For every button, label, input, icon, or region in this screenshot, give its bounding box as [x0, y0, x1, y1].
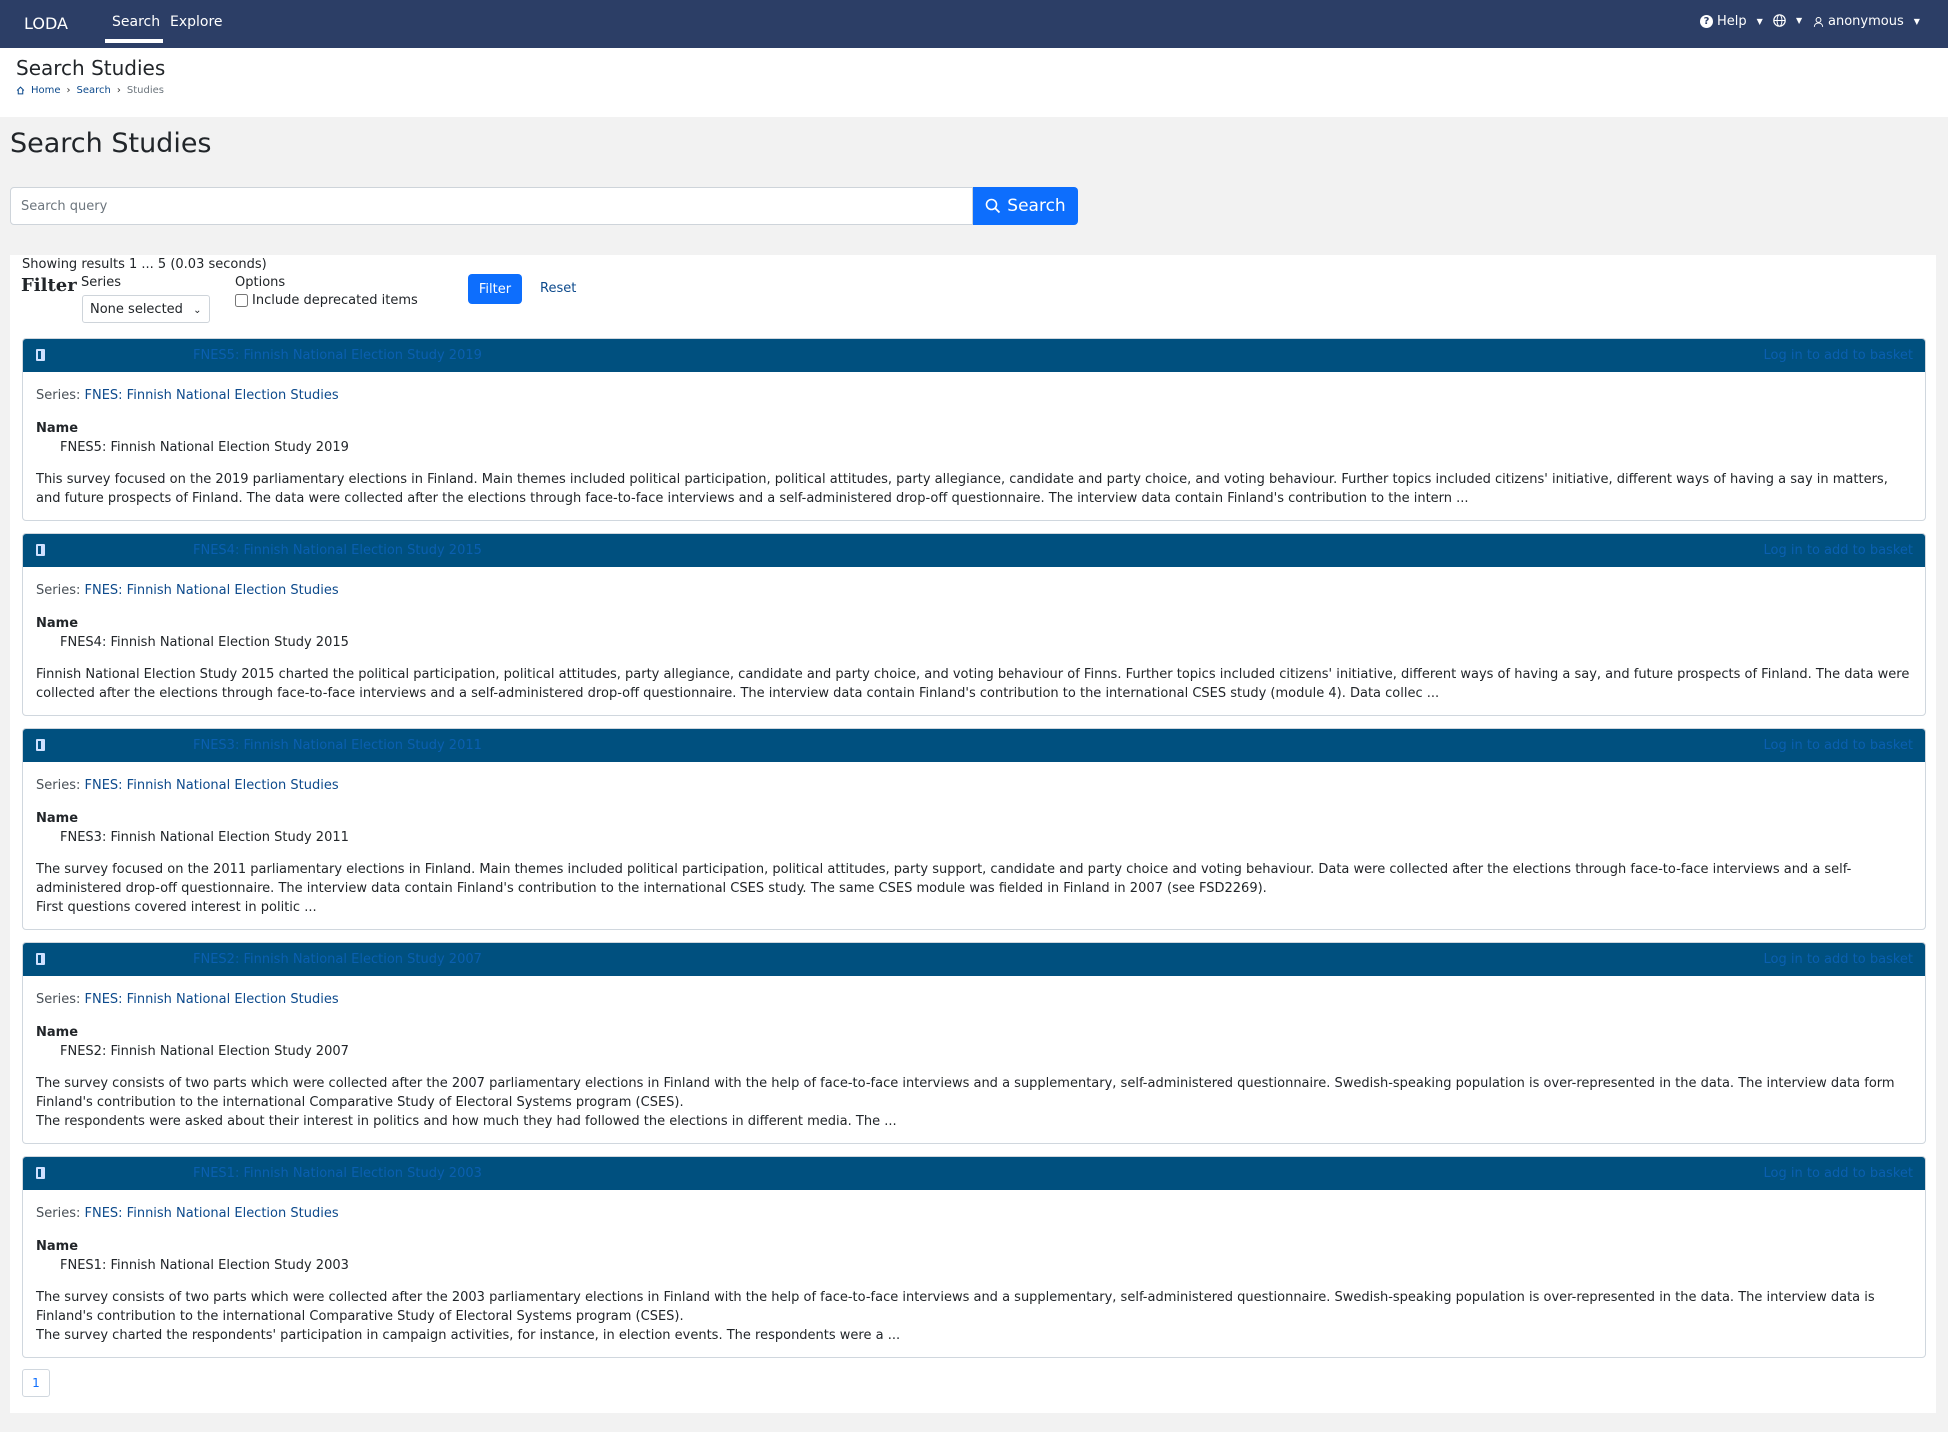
- series-filter-label: Series: [81, 275, 121, 290]
- name-label: Name: [36, 421, 79, 436]
- name-label: Name: [36, 616, 79, 631]
- series-link[interactable]: FNES: Finnish National Election Studies: [85, 388, 339, 403]
- add-to-basket-link[interactable]: Log in to add to basket: [1764, 952, 1913, 967]
- search-input[interactable]: [10, 187, 973, 225]
- caret-down-icon: ▼: [1913, 17, 1920, 26]
- study-abstract: The survey consists of two parts which w…: [36, 1076, 1895, 1129]
- pagination-page-1[interactable]: 1: [22, 1369, 50, 1397]
- include-deprecated-label: Include deprecated items: [252, 293, 418, 308]
- series-prefix: Series:: [36, 778, 81, 793]
- brand-logo[interactable]: LODA: [24, 14, 68, 33]
- study-title-link[interactable]: FNES3: Finnish National Election Study 2…: [193, 738, 482, 753]
- breadcrumb-current: Studies: [126, 85, 164, 96]
- series-select-value: None selected: [90, 302, 183, 317]
- search-icon: [985, 198, 1001, 214]
- series-prefix: Series:: [36, 992, 81, 1007]
- caret-down-icon: ▼: [1796, 16, 1803, 25]
- name-label: Name: [36, 1025, 79, 1040]
- study-series: Series: FNES: Finnish National Election …: [36, 990, 1913, 1009]
- breadcrumb-home[interactable]: Home: [31, 85, 61, 96]
- user-menu[interactable]: anonymous ▼: [1813, 14, 1920, 29]
- help-label: Help: [1717, 14, 1747, 29]
- study-title-link[interactable]: FNES4: Finnish National Election Study 2…: [193, 543, 482, 558]
- search-button[interactable]: Search: [973, 187, 1078, 225]
- username-label: anonymous: [1828, 14, 1904, 29]
- nav-explore-link[interactable]: Explore: [170, 14, 223, 30]
- series-prefix: Series:: [36, 1206, 81, 1221]
- study-series: Series: FNES: Finnish National Election …: [36, 581, 1913, 600]
- filter-heading: Filter: [21, 275, 77, 296]
- header-title: Search Studies: [16, 56, 166, 80]
- home-icon: [16, 86, 25, 95]
- filter-button[interactable]: Filter: [468, 274, 522, 304]
- chevron-right-icon: ›: [66, 85, 71, 96]
- question-circle-icon: ?: [1700, 15, 1713, 28]
- caret-down-icon: ▼: [1756, 17, 1763, 26]
- study-title-link[interactable]: FNES2: Finnish National Election Study 2…: [193, 952, 482, 967]
- options-filter-label: Options: [235, 275, 286, 290]
- study-name: FNES4: Finnish National Election Study 2…: [60, 635, 349, 650]
- study-series: Series: FNES: Finnish National Election …: [36, 1204, 1913, 1223]
- study-icon: [36, 739, 45, 751]
- study-card-header: FNES1: Finnish National Election Study 2…: [23, 1157, 1925, 1190]
- study-abstract: The survey focused on the 2011 parliamen…: [36, 862, 1852, 915]
- study-abstract: Finnish National Election Study 2015 cha…: [36, 667, 1910, 701]
- study-name: FNES3: Finnish National Election Study 2…: [60, 830, 349, 845]
- results-count: Showing results 1 ... 5 (0.03 seconds): [22, 257, 267, 272]
- include-deprecated-checkbox[interactable]: [235, 294, 248, 307]
- study-series: Series: FNES: Finnish National Election …: [36, 776, 1913, 795]
- study-icon: [36, 544, 45, 556]
- nav-search-link[interactable]: Search: [112, 14, 160, 30]
- study-icon: [36, 1167, 45, 1179]
- reset-link[interactable]: Reset: [540, 281, 576, 296]
- study-title-link[interactable]: FNES5: Finnish National Election Study 2…: [193, 348, 482, 363]
- results-panel: Showing results 1 ... 5 (0.03 seconds) F…: [10, 255, 1936, 1413]
- help-menu[interactable]: ? Help ▼: [1700, 14, 1763, 29]
- series-select[interactable]: None selected ⌄: [82, 295, 210, 323]
- study-card: FNES2: Finnish National Election Study 2…: [22, 942, 1926, 1144]
- study-icon: [36, 953, 45, 965]
- study-title-link[interactable]: FNES1: Finnish National Election Study 2…: [193, 1166, 482, 1181]
- top-navbar: LODA Search Explore ? Help ▼ ▼ anonymous…: [0, 0, 1948, 48]
- study-card-header: FNES3: Finnish National Election Study 2…: [23, 729, 1925, 762]
- series-link[interactable]: FNES: Finnish National Election Studies: [85, 583, 339, 598]
- series-prefix: Series:: [36, 388, 81, 403]
- series-link[interactable]: FNES: Finnish National Election Studies: [85, 992, 339, 1007]
- add-to-basket-link[interactable]: Log in to add to basket: [1764, 348, 1913, 363]
- language-menu[interactable]: ▼: [1773, 14, 1802, 27]
- study-series: Series: FNES: Finnish National Election …: [36, 386, 1913, 405]
- header-band: Search Studies Home › Search › Studies: [0, 48, 1948, 117]
- page-title: Search Studies: [10, 128, 212, 159]
- add-to-basket-link[interactable]: Log in to add to basket: [1764, 1166, 1913, 1181]
- person-icon: [1813, 16, 1824, 27]
- chevron-down-icon: ⌄: [193, 305, 202, 316]
- globe-icon: [1773, 14, 1786, 27]
- study-abstract: This survey focused on the 2019 parliame…: [36, 472, 1888, 506]
- breadcrumb: Home › Search › Studies: [16, 85, 164, 96]
- series-prefix: Series:: [36, 583, 81, 598]
- name-label: Name: [36, 1239, 79, 1254]
- chevron-right-icon: ›: [116, 85, 121, 96]
- study-card-header: FNES2: Finnish National Election Study 2…: [23, 943, 1925, 976]
- study-name: FNES5: Finnish National Election Study 2…: [60, 440, 349, 455]
- study-card: FNES4: Finnish National Election Study 2…: [22, 533, 1926, 716]
- series-link[interactable]: FNES: Finnish National Election Studies: [85, 778, 339, 793]
- series-link[interactable]: FNES: Finnish National Election Studies: [85, 1206, 339, 1221]
- study-name: FNES2: Finnish National Election Study 2…: [60, 1044, 349, 1059]
- search-button-label: Search: [1007, 196, 1066, 216]
- include-deprecated-option[interactable]: Include deprecated items: [235, 293, 418, 308]
- study-name: FNES1: Finnish National Election Study 2…: [60, 1258, 349, 1273]
- study-card: FNES1: Finnish National Election Study 2…: [22, 1156, 1926, 1358]
- study-icon: [36, 349, 45, 361]
- breadcrumb-search[interactable]: Search: [77, 85, 111, 96]
- active-nav-indicator: [105, 39, 163, 43]
- study-card-header: FNES4: Finnish National Election Study 2…: [23, 534, 1925, 567]
- study-card: FNES5: Finnish National Election Study 2…: [22, 338, 1926, 521]
- study-card: FNES3: Finnish National Election Study 2…: [22, 728, 1926, 930]
- add-to-basket-link[interactable]: Log in to add to basket: [1764, 543, 1913, 558]
- name-label: Name: [36, 811, 79, 826]
- add-to-basket-link[interactable]: Log in to add to basket: [1764, 738, 1913, 753]
- study-card-header: FNES5: Finnish National Election Study 2…: [23, 339, 1925, 372]
- study-abstract: The survey consists of two parts which w…: [36, 1290, 1875, 1343]
